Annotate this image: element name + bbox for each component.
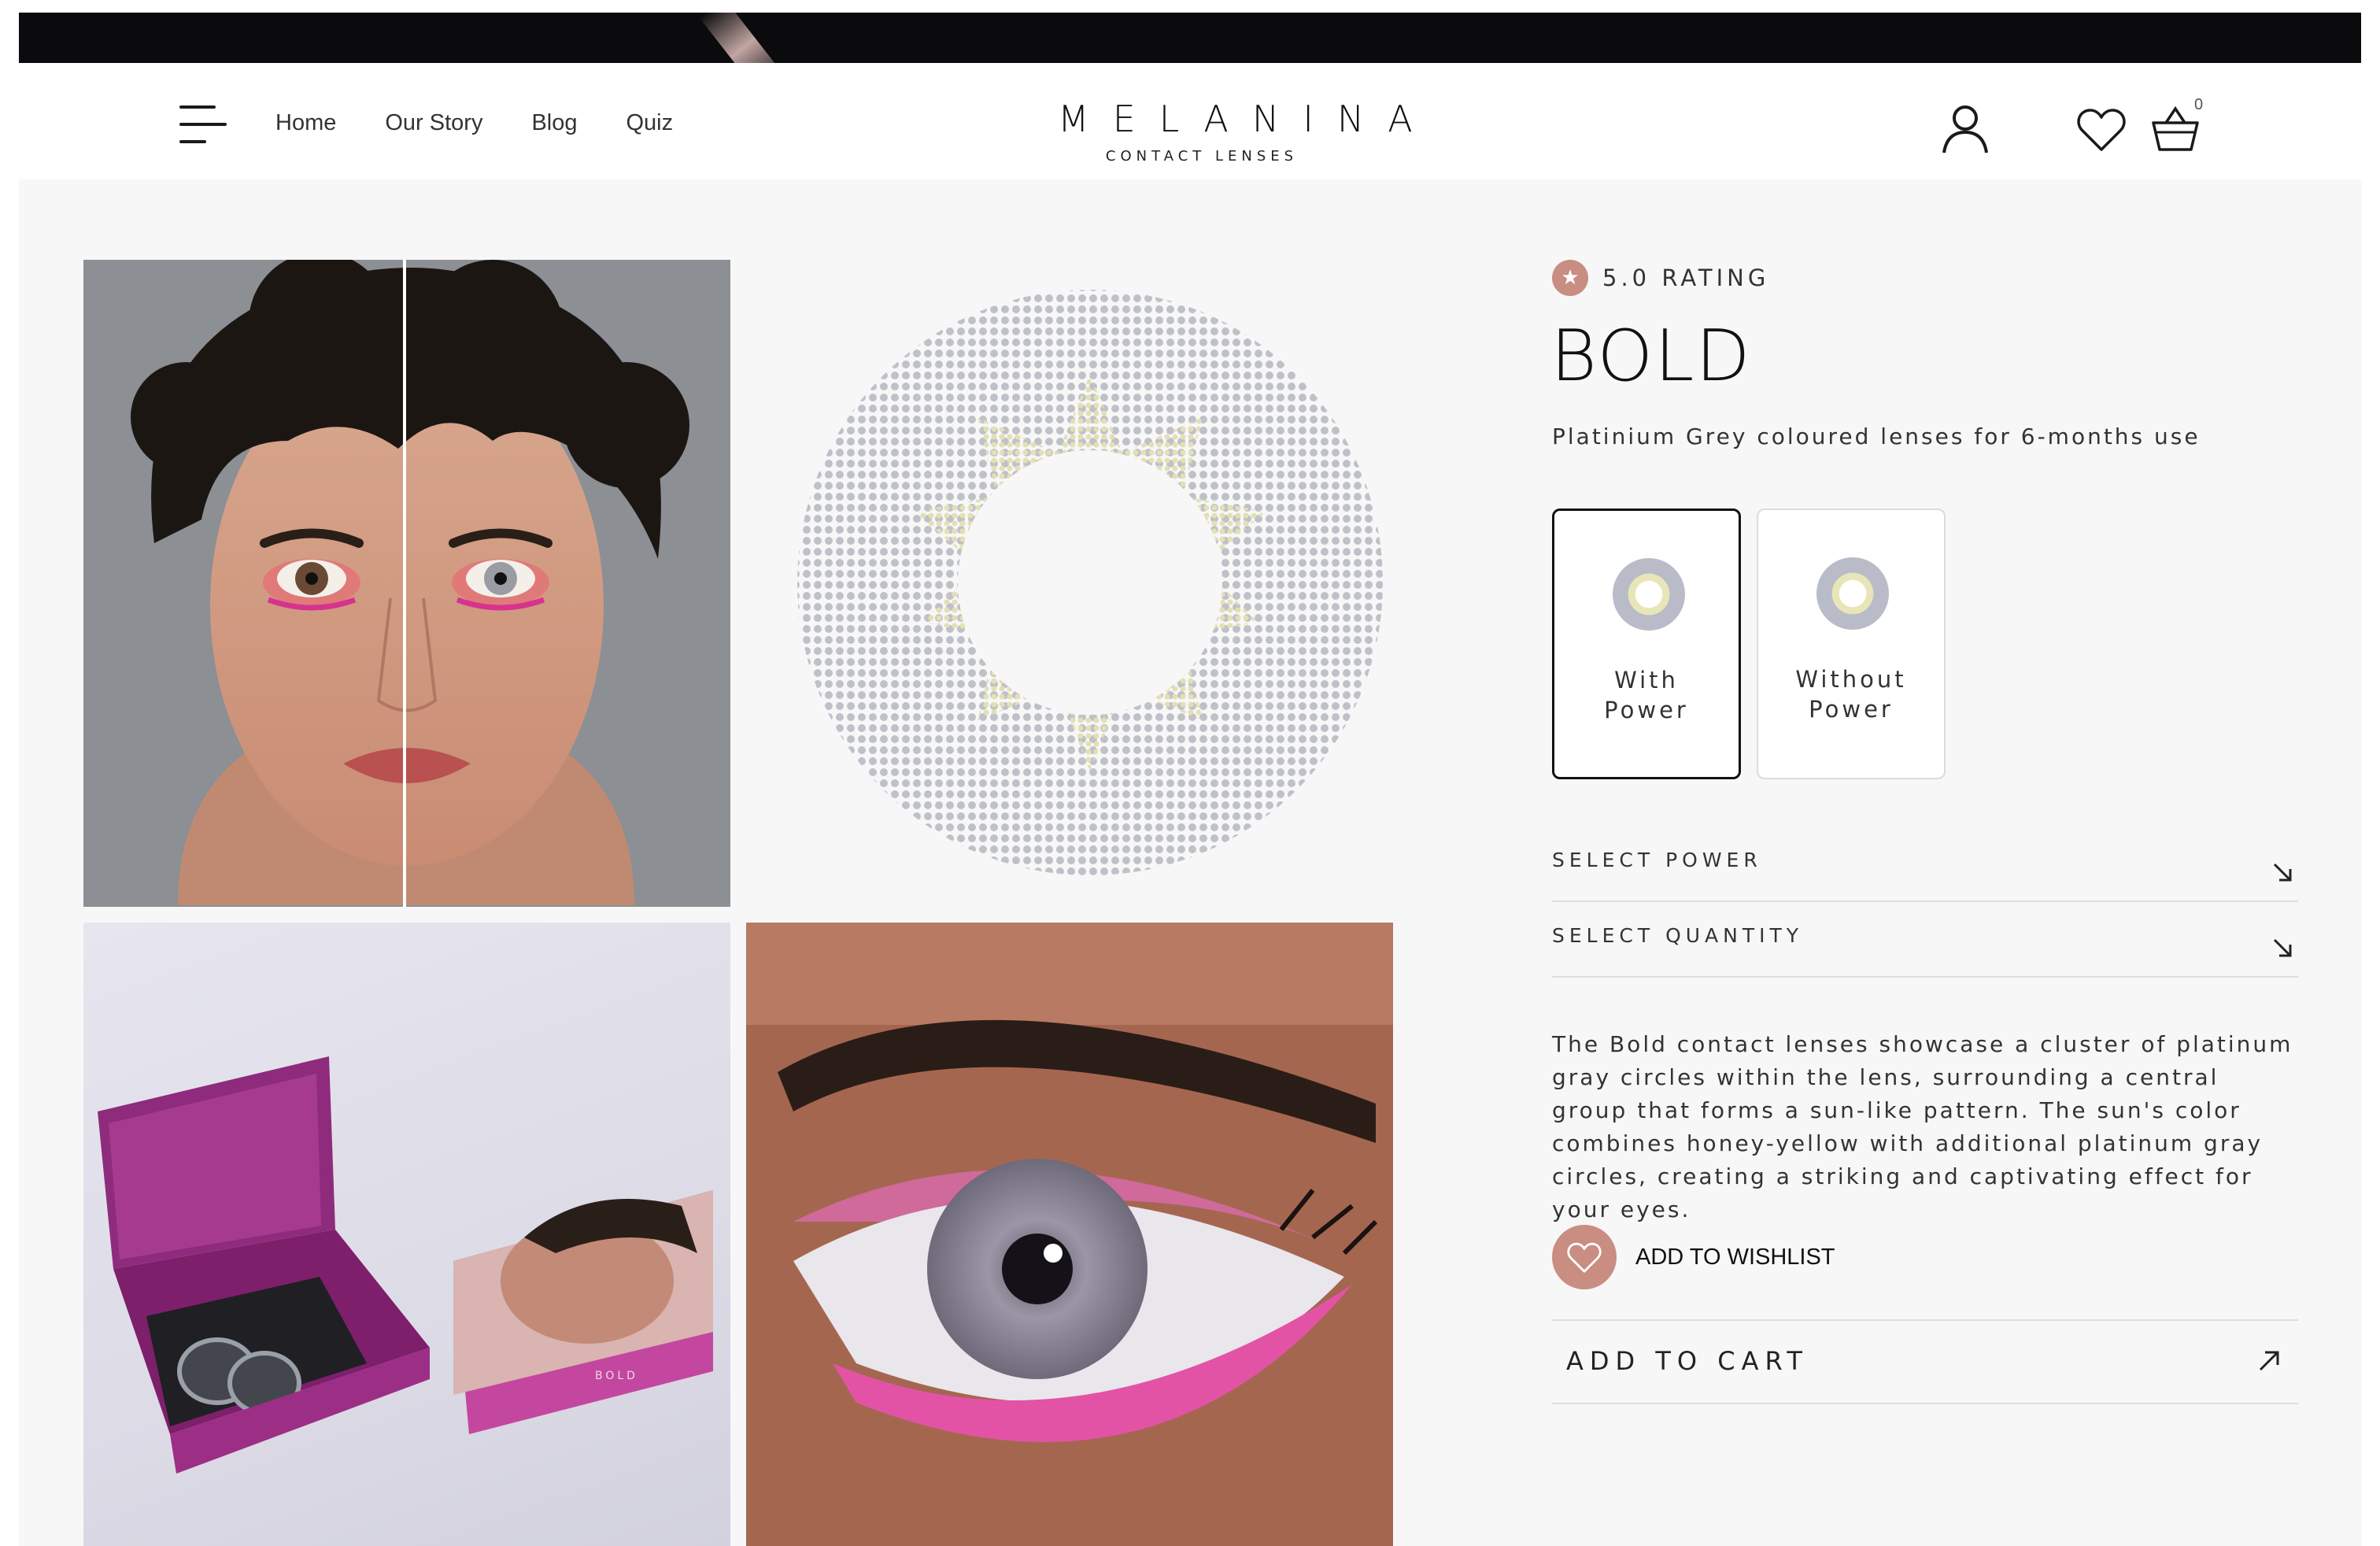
nav-blog[interactable]: Blog bbox=[531, 110, 577, 136]
option-label: Without Power bbox=[1795, 666, 1907, 723]
eye-illustration bbox=[746, 923, 1393, 1546]
user-icon[interactable] bbox=[1939, 102, 1991, 154]
product-description: The Bold contact lenses showcase a clust… bbox=[1552, 1031, 2293, 1222]
select-quantity-label: SELECT QUANTITY bbox=[1552, 924, 1804, 947]
nav-quiz[interactable]: Quiz bbox=[626, 110, 674, 136]
product-image-face-comparison[interactable] bbox=[83, 260, 730, 907]
main-nav: Home Our Story Blog Quiz bbox=[275, 110, 673, 136]
add-to-cart-label: ADD TO CART bbox=[1566, 1346, 1809, 1376]
product-title: BOLD bbox=[1550, 315, 1752, 398]
option-with-power[interactable]: With Power bbox=[1552, 509, 1741, 779]
page: Home Our Story Blog Quiz MELANINA CONTAC… bbox=[19, 13, 2361, 1546]
brand-logo[interactable]: MELANINA CONTACT LENSES bbox=[1034, 98, 1436, 165]
product-subtitle: Platinium Grey coloured lenses for 6-mon… bbox=[1552, 423, 2201, 449]
arrow-down-right-icon bbox=[2273, 863, 2292, 882]
promo-bar-highlight bbox=[699, 13, 787, 63]
lens-thumbnail-icon bbox=[1816, 557, 1889, 630]
arrow-down-right-icon bbox=[2273, 938, 2292, 957]
basket-icon[interactable] bbox=[2150, 104, 2201, 153]
product-image-eye-closeup[interactable] bbox=[746, 923, 1393, 1546]
brand-name: MELANINA bbox=[1058, 98, 1436, 140]
hamburger-icon[interactable] bbox=[179, 105, 227, 145]
box-illustration: BOLD bbox=[98, 1056, 713, 1474]
heart-icon[interactable] bbox=[2076, 105, 2127, 153]
lens-illustration bbox=[797, 290, 1383, 875]
arrow-up-right-icon bbox=[2259, 1351, 2279, 1371]
box-brand-text: BOLD bbox=[595, 1370, 638, 1382]
nav-our-story[interactable]: Our Story bbox=[385, 110, 482, 136]
add-to-cart-button[interactable]: ADD TO CART bbox=[1552, 1319, 2298, 1404]
brand-tagline: CONTACT LENSES bbox=[1105, 148, 1299, 165]
star-icon: ★ bbox=[1552, 260, 1588, 296]
nav-home[interactable]: Home bbox=[275, 110, 336, 136]
heart-icon bbox=[1552, 1225, 1617, 1289]
rating: ★ 5.0 RATING bbox=[1552, 260, 1769, 296]
rating-text: 5.0 RATING bbox=[1602, 264, 1770, 291]
product-image-lens[interactable] bbox=[746, 260, 1393, 907]
site-header: Home Our Story Blog Quiz MELANINA CONTAC… bbox=[19, 63, 2361, 179]
product-image-box[interactable]: BOLD bbox=[83, 923, 730, 1546]
face-illustration bbox=[83, 260, 730, 907]
promo-bar bbox=[19, 13, 2361, 63]
select-quantity-dropdown[interactable]: SELECT QUANTITY bbox=[1552, 907, 2298, 978]
cart-count-badge: 0 bbox=[2194, 96, 2204, 113]
add-to-wishlist-button[interactable]: ADD TO WISHLIST bbox=[1552, 1225, 1835, 1289]
add-to-wishlist-label: ADD TO WISHLIST bbox=[1635, 1244, 1835, 1270]
lens-thumbnail-icon bbox=[1613, 558, 1685, 631]
option-label: With Power bbox=[1604, 667, 1689, 723]
option-without-power[interactable]: Without Power bbox=[1757, 509, 1946, 779]
select-power-label: SELECT POWER bbox=[1552, 849, 1762, 871]
select-power-dropdown[interactable]: SELECT POWER bbox=[1552, 831, 2298, 902]
